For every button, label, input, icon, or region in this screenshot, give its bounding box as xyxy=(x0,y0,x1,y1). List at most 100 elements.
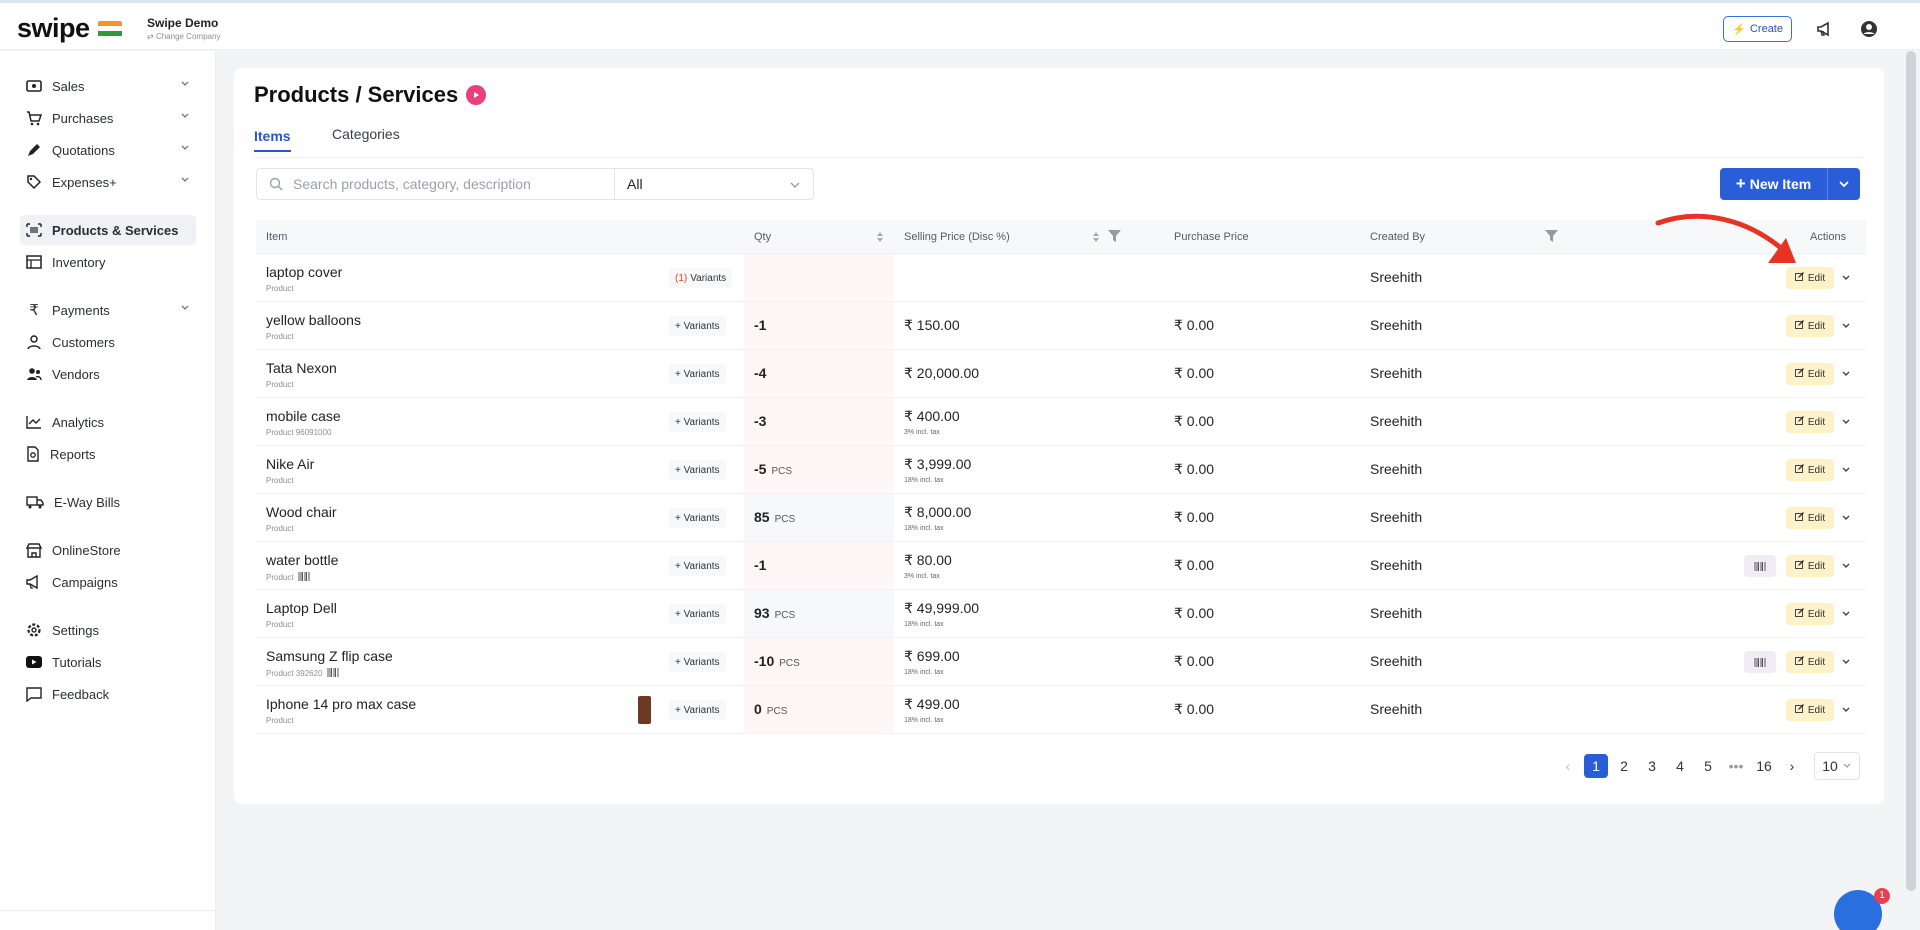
edit-button[interactable]: Edit xyxy=(1786,507,1834,529)
add-variants-button[interactable]: + Variants xyxy=(669,604,726,624)
account-icon[interactable] xyxy=(1858,18,1880,40)
new-item-dropdown[interactable] xyxy=(1828,168,1860,200)
table-row[interactable]: yellow balloons Product + Variants -1 ₹ 150.… xyxy=(256,302,1866,350)
sidebar-item-tutorials[interactable]: Tutorials xyxy=(20,647,196,677)
table-row[interactable]: Iphone 14 pro max case Product + Variants 0… xyxy=(256,686,1866,734)
edit-button[interactable]: Edit xyxy=(1786,411,1834,433)
row-actions-chevron-icon[interactable] xyxy=(1841,271,1851,286)
edit-button[interactable]: Edit xyxy=(1786,459,1834,481)
new-item-button[interactable]: + New Item xyxy=(1720,168,1828,200)
edit-button[interactable]: Edit xyxy=(1786,315,1834,337)
add-variants-button[interactable]: + Variants xyxy=(669,508,726,528)
table-row[interactable]: Laptop Dell Product + Variants 93 PCS ₹ 49,99… xyxy=(256,590,1866,638)
table-row[interactable]: Tata Nexon Product + Variants -4 ₹ 20,000.00… xyxy=(256,350,1866,398)
page-size-select[interactable]: 10 xyxy=(1814,752,1860,780)
barcode-button[interactable] xyxy=(1744,651,1776,673)
table-row[interactable]: mobile case Product 96091000 + Variants -3 ₹… xyxy=(256,398,1866,446)
search-input[interactable]: Search products, category, description xyxy=(256,168,614,200)
row-actions-chevron-icon[interactable] xyxy=(1841,655,1851,670)
selling-price: ₹ 80.00 xyxy=(904,552,952,568)
table-row[interactable]: water bottle Product + Variants -1 ₹ 80.00 3%… xyxy=(256,542,1866,590)
add-variants-button[interactable]: + Variants xyxy=(669,316,726,336)
prev-page-button[interactable]: ‹ xyxy=(1554,758,1582,774)
sidebar-item-settings[interactable]: Settings xyxy=(20,615,196,645)
item-name[interactable]: laptop cover xyxy=(266,264,342,280)
row-actions-chevron-icon[interactable] xyxy=(1841,319,1851,334)
sidebar-item-onlinestore[interactable]: OnlineStore xyxy=(20,535,196,565)
tab-items[interactable]: Items xyxy=(254,128,291,152)
item-name[interactable]: Laptop Dell xyxy=(266,600,337,616)
sidebar-item-sales[interactable]: Sales xyxy=(20,71,196,101)
create-button[interactable]: ⚡ Create xyxy=(1723,16,1792,42)
row-actions-chevron-icon[interactable] xyxy=(1841,703,1851,718)
table-row[interactable]: Nike Air Product + Variants -5 PCS ₹ 3,999.00… xyxy=(256,446,1866,494)
sidebar-item-quotations[interactable]: Quotations xyxy=(20,135,196,165)
next-page-button[interactable]: › xyxy=(1778,758,1806,774)
row-actions-chevron-icon[interactable] xyxy=(1841,415,1851,430)
item-name[interactable]: mobile case xyxy=(266,408,341,424)
filter-select[interactable]: All xyxy=(614,168,814,200)
sidebar-item-feedback[interactable]: Feedback xyxy=(20,679,196,709)
gear-icon xyxy=(27,623,41,637)
sidebar-item-payments[interactable]: ₹ Payments xyxy=(20,295,196,325)
item-name[interactable]: Wood chair xyxy=(266,504,337,520)
item-name[interactable]: water bottle xyxy=(266,552,338,568)
sidebar-item-products-services[interactable]: Products & Services xyxy=(20,215,196,245)
item-name[interactable]: Tata Nexon xyxy=(266,360,337,376)
table-row[interactable]: Wood chair Product + Variants 85 PCS ₹ 8,000.… xyxy=(256,494,1866,542)
page-4-button[interactable]: 4 xyxy=(1666,758,1694,774)
sidebar-item-campaigns[interactable]: Campaigns xyxy=(20,567,196,597)
add-variants-button[interactable]: + Variants xyxy=(669,652,726,672)
item-name[interactable]: Samsung Z flip case xyxy=(266,648,393,664)
row-actions-chevron-icon[interactable] xyxy=(1841,559,1851,574)
edit-button[interactable]: Edit xyxy=(1786,603,1834,625)
barcode-icon xyxy=(327,668,339,679)
edit-button[interactable]: Edit xyxy=(1786,651,1834,673)
barcode-button[interactable] xyxy=(1744,555,1776,577)
add-variants-button[interactable]: + Variants xyxy=(669,412,726,432)
sidebar-item-vendors[interactable]: Vendors xyxy=(20,359,196,389)
row-actions-chevron-icon[interactable] xyxy=(1841,367,1851,382)
row-actions-chevron-icon[interactable] xyxy=(1841,463,1851,478)
sidebar-item-eway-bills[interactable]: E-Way Bills xyxy=(20,487,196,517)
row-actions-chevron-icon[interactable] xyxy=(1841,607,1851,622)
sort-icon[interactable] xyxy=(876,231,884,243)
sidebar-item-customers[interactable]: Customers xyxy=(20,327,196,357)
add-variants-button[interactable]: + Variants xyxy=(669,364,726,384)
sidebar-item-purchases[interactable]: Purchases xyxy=(20,103,196,133)
page-3-button[interactable]: 3 xyxy=(1638,758,1666,774)
item-name[interactable]: yellow balloons xyxy=(266,312,361,328)
company-switcher[interactable]: Swipe Demo ⇄ Change Company xyxy=(147,16,220,41)
scrollbar[interactable] xyxy=(1906,51,1916,891)
sidebar-item-expenses[interactable]: Expenses+ xyxy=(20,167,196,197)
sidebar-item-inventory[interactable]: Inventory xyxy=(20,247,196,277)
table-row[interactable]: laptop cover Product (1) Variants Sreehith Ed… xyxy=(256,254,1866,302)
sort-icon[interactable] xyxy=(1092,231,1100,243)
add-variants-button[interactable]: + Variants xyxy=(669,460,726,480)
page-2-button[interactable]: 2 xyxy=(1610,758,1638,774)
row-actions-chevron-icon[interactable] xyxy=(1841,511,1851,526)
sidebar-item-reports[interactable]: Reports xyxy=(20,439,196,469)
announcement-icon[interactable] xyxy=(1814,18,1836,40)
item-name[interactable]: Nike Air xyxy=(266,456,314,472)
edit-button[interactable]: Edit xyxy=(1786,555,1834,577)
page-1-button[interactable]: 1 xyxy=(1584,754,1608,778)
swipe-logo[interactable]: swipe xyxy=(17,13,122,44)
table-row[interactable]: Samsung Z flip case Product 392620 + Varia… xyxy=(256,638,1866,686)
filter-icon[interactable] xyxy=(1108,230,1121,242)
filter-icon[interactable] xyxy=(1545,230,1558,242)
page-5-button[interactable]: 5 xyxy=(1694,758,1722,774)
variants-button[interactable]: (1) Variants xyxy=(669,268,733,288)
change-company-link[interactable]: ⇄ Change Company xyxy=(147,32,220,41)
edit-button[interactable]: Edit xyxy=(1786,699,1834,721)
sidebar-item-analytics[interactable]: Analytics xyxy=(20,407,196,437)
pagination-ellipsis[interactable]: ••• xyxy=(1722,758,1750,774)
add-variants-button[interactable]: + Variants xyxy=(669,556,726,576)
item-name[interactable]: Iphone 14 pro max case xyxy=(266,696,416,712)
sidebar-item-label: Expenses+ xyxy=(52,174,117,190)
tab-categories[interactable]: Categories xyxy=(332,126,400,148)
add-variants-button[interactable]: + Variants xyxy=(669,700,726,720)
page-16-button[interactable]: 16 xyxy=(1750,758,1778,774)
edit-button[interactable]: Edit xyxy=(1786,363,1834,385)
play-video-icon[interactable] xyxy=(466,85,487,105)
